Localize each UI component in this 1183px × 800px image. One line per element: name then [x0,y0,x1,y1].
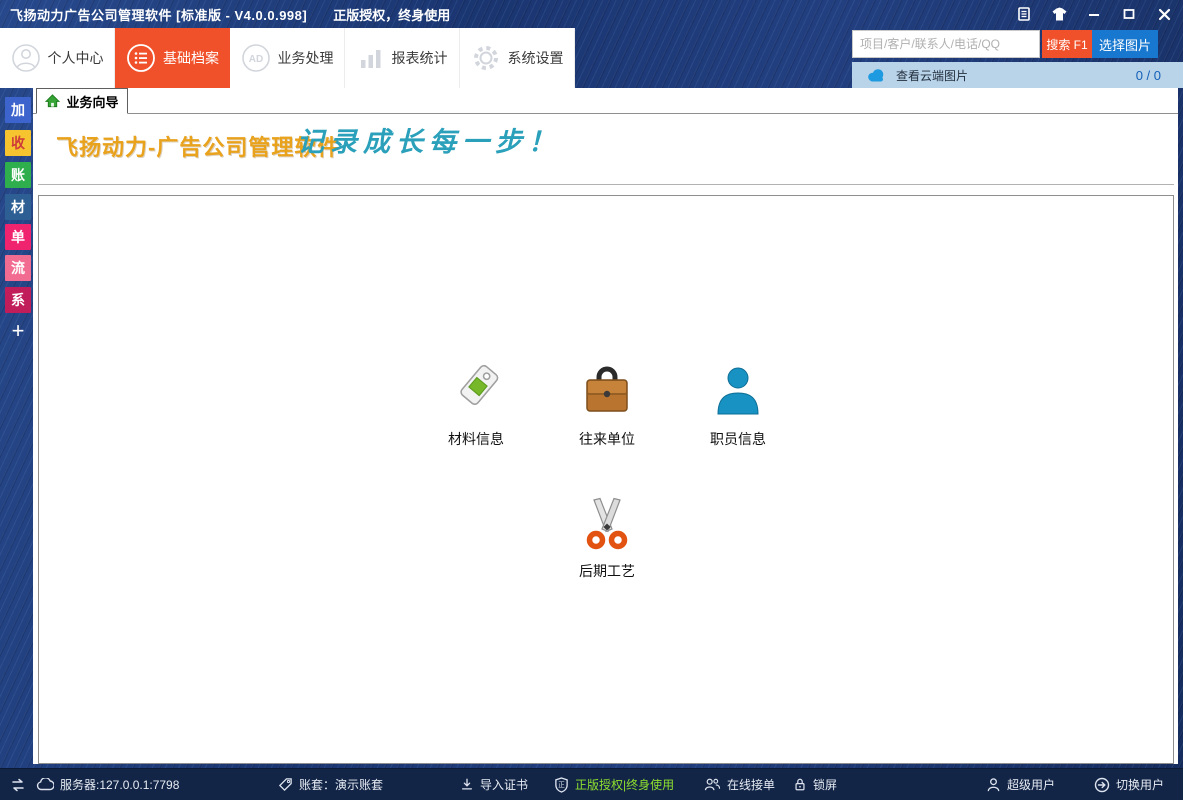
minimize-button[interactable] [1085,5,1103,23]
wizard-item-contacts-units[interactable]: 往来单位 [547,362,667,449]
employee-icon [678,362,798,420]
lock-screen-button[interactable]: 锁屏 [793,769,837,800]
sidebar-item-account[interactable]: 账 [5,162,31,188]
tab-bar: 业务向导 [33,88,1178,114]
cloud-outline-icon [36,778,54,791]
wizard-item-material-info[interactable]: 材料信息 [416,362,536,449]
online-orders-label: 在线接单 [727,776,775,793]
main-nav: 个人中心 基础档案 AD 业务处理 报表统计 系统设置 [0,28,575,88]
import-certificate-button[interactable]: 导入证书 [460,769,528,800]
nav-item-label: 报表统计 [392,48,448,68]
sidebar-item-system[interactable]: 系 [5,287,31,313]
sidebar-item-material[interactable]: 材 [5,194,31,220]
tag-outline-icon [278,777,293,792]
sidebar-add-button[interactable]: + [5,318,31,344]
license-label: 正版授权|终身使用 [575,776,674,793]
bar-chart-icon [357,44,385,72]
logo-separator [38,184,1174,185]
status-bar: 服务器:127.0.0.1:7798 账套：演示账套 导入证书 正 正版授权|终… [0,768,1183,800]
nav-item-label: 个人中心 [48,48,104,68]
nav-item-label: 业务处理 [278,48,334,68]
tab-label: 业务向导 [66,92,118,111]
nav-item-business-processing[interactable]: AD 业务处理 [230,28,345,88]
sidebar-item-receive[interactable]: 收 [5,130,31,156]
quick-sidebar: 加 收 账 材 单 流 系 + [0,88,33,764]
wizard-item-post-processing[interactable]: 后期工艺 [547,494,667,581]
view-cloud-images-label: 查看云端图片 [896,67,968,84]
account-set-label: 账套：演示账套 [299,776,383,793]
skin-theme-icon[interactable] [1050,5,1068,23]
server-status: 服务器:127.0.0.1:7798 [36,769,179,800]
wizard-item-label: 职员信息 [678,429,798,449]
people-icon [704,777,721,792]
title-license-note: 正版授权，终身使用 [333,5,450,24]
nav-item-system-settings[interactable]: 系统设置 [460,28,575,88]
close-button[interactable] [1155,5,1173,23]
select-image-button[interactable]: 选择图片 [1092,30,1158,58]
nav-item-personal-center[interactable]: 个人中心 [0,28,115,88]
server-address: 服务器:127.0.0.1:7798 [60,776,179,793]
brand-slogan: 记录成长每一步！ [297,120,561,159]
view-cloud-images-bar[interactable]: 查看云端图片 0 / 0 [852,62,1183,88]
maximize-button[interactable] [1120,5,1138,23]
svg-text:正: 正 [558,780,565,788]
tag-icon [416,362,536,420]
wizard-item-label: 后期工艺 [547,561,667,581]
cloud-icon [866,68,886,82]
account-set-status: 账套：演示账套 [278,769,383,800]
wizard-item-employee-info[interactable]: 职员信息 [678,362,798,449]
window-controls [1015,0,1173,28]
notes-icon[interactable] [1015,5,1033,23]
wizard-panel: 材料信息 往来单位 [38,195,1174,764]
search-button[interactable]: 搜索 F1 [1042,30,1092,58]
switch-arrow-icon [1094,777,1110,793]
main-content: 业务向导 飞扬动力-广告公司管理软件 记录成长每一步！ 材料信息 [33,88,1178,764]
home-icon [45,94,60,108]
wizard-item-label: 材料信息 [416,429,536,449]
current-user-label: 超级用户 [1007,776,1055,793]
app-window: 飞扬动力广告公司管理软件 [标准版 - V4.0.0.998] 正版授权，终身使… [0,0,1183,800]
switch-user-button[interactable]: 切换用户 [1094,769,1164,800]
sidebar-item-order[interactable]: 单 [5,224,31,250]
current-user-button[interactable]: 超级用户 [986,769,1055,800]
svg-text:AD: AD [248,54,262,65]
app-title: 飞扬动力广告公司管理软件 [标准版 - V4.0.0.998] [10,5,307,24]
gear-icon [471,43,501,73]
cloud-image-count: 0 / 0 [1136,68,1161,83]
lock-icon [793,777,807,792]
user-icon [986,777,1001,793]
lock-screen-label: 锁屏 [813,776,837,793]
briefcase-icon [547,362,667,420]
nav-item-label: 基础档案 [163,48,219,68]
nav-item-label: 系统设置 [508,48,564,68]
sync-icon[interactable] [10,769,26,800]
switch-user-label: 切换用户 [1116,776,1164,793]
download-icon [460,777,474,792]
user-circle-icon [11,43,41,73]
import-certificate-label: 导入证书 [480,776,528,793]
tab-business-wizard[interactable]: 业务向导 [36,88,128,114]
scissors-icon [547,494,667,552]
nav-item-basic-archives[interactable]: 基础档案 [115,28,230,88]
sidebar-item-flow[interactable]: 流 [5,255,31,281]
online-orders-button[interactable]: 在线接单 [704,769,775,800]
wizard-item-label: 往来单位 [547,429,667,449]
sidebar-item-add[interactable]: 加 [5,97,31,123]
ad-circle-icon: AD [241,43,271,73]
title-bar: 飞扬动力广告公司管理软件 [标准版 - V4.0.0.998] 正版授权，终身使… [0,0,1183,28]
nav-item-report-statistics[interactable]: 报表统计 [345,28,460,88]
shield-icon: 正 [554,777,569,793]
license-status: 正 正版授权|终身使用 [554,769,674,800]
list-circle-icon [126,43,156,73]
search-input[interactable] [852,30,1040,58]
